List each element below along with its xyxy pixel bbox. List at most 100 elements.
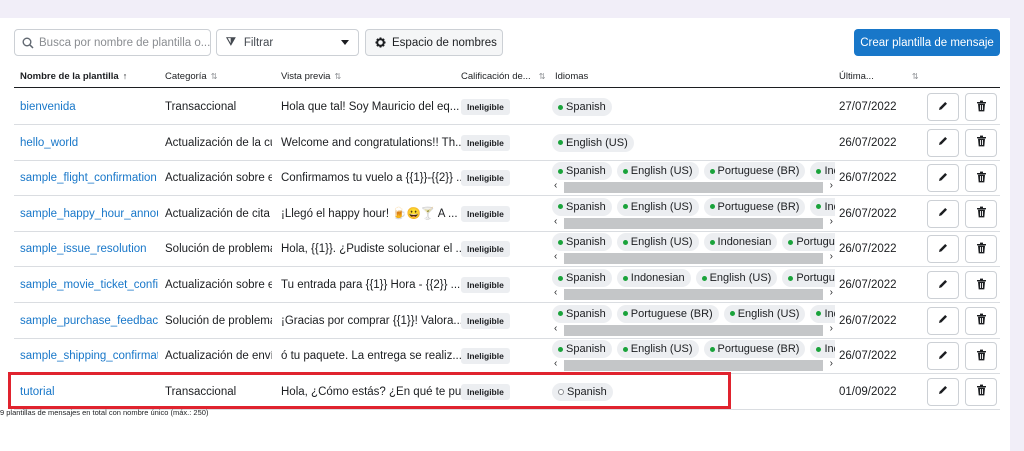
language-chip: Indonesian <box>703 233 778 252</box>
template-name-link[interactable]: sample_purchase_feedback <box>20 303 158 339</box>
column-header-name[interactable]: Nombre de la plantilla ↑ <box>20 71 127 82</box>
scroll-left-icon[interactable]: ‹ <box>554 287 557 299</box>
horizontal-scrollbar[interactable]: ‹ › <box>552 287 835 300</box>
language-chip: Portuguese (BR) <box>703 197 806 216</box>
language-chip: Spanish <box>552 233 612 252</box>
pencil-icon <box>937 100 949 115</box>
gear-icon <box>375 37 386 48</box>
template-name-link[interactable]: sample_flight_confirmation <box>20 160 158 196</box>
edit-button[interactable] <box>927 93 959 121</box>
search-input[interactable]: Busca por nombre de plantilla o... <box>14 29 211 56</box>
scroll-left-icon[interactable]: ‹ <box>554 358 557 370</box>
status-dot-icon <box>558 275 563 281</box>
edit-button[interactable] <box>927 235 959 264</box>
language-chip: Indonesian <box>810 162 835 181</box>
edit-button[interactable] <box>927 164 959 193</box>
edit-button[interactable] <box>927 128 959 157</box>
column-header-last-updated[interactable]: Última... ⇅ <box>839 71 919 82</box>
create-template-button[interactable]: Crear plantilla de mensaje <box>854 29 1000 56</box>
column-header-quality[interactable]: Calificación de... ⇅ <box>461 71 545 82</box>
table-row: sample_movie_ticket_confirm Actualizació… <box>14 267 1000 303</box>
pencil-icon <box>937 278 949 293</box>
languages-scroll-area[interactable]: SpanishPortuguese (BR)English (US)Indone… <box>552 304 835 338</box>
languages-scroll-area[interactable]: SpanishEnglish (US)Portuguese (BR)Indone… <box>552 197 835 231</box>
last-updated-date: 26/07/2022 <box>839 350 897 363</box>
sort-icon: ⇅ <box>538 72 546 81</box>
scroll-right-icon[interactable]: › <box>830 180 833 192</box>
quality-cell: Ineligible <box>461 338 549 374</box>
delete-button[interactable] <box>965 306 997 335</box>
scrollbar-track[interactable] <box>564 253 823 265</box>
template-name-link[interactable]: sample_movie_ticket_confirm <box>20 267 158 303</box>
quality-cell: Ineligible <box>461 303 549 339</box>
edit-button[interactable] <box>927 342 959 371</box>
row-actions <box>927 342 997 371</box>
template-preview: Hola, {{1}}. ¿Pudiste solucionar el ... <box>281 243 461 256</box>
delete-button[interactable] <box>965 377 997 406</box>
scroll-left-icon[interactable]: ‹ <box>554 216 557 228</box>
delete-button[interactable] <box>965 93 997 121</box>
languages-scroll-area[interactable]: SpanishIndonesianEnglish (US)Portuguese … <box>552 268 835 302</box>
scrollbar-track[interactable] <box>564 360 823 372</box>
delete-button[interactable] <box>965 199 997 228</box>
languages-scroll-area[interactable]: SpanishEnglish (US)Portuguese (BR)Indone… <box>552 161 835 195</box>
template-name-link[interactable]: hello_world <box>20 125 158 161</box>
scroll-left-icon[interactable]: ‹ <box>554 251 557 263</box>
template-name-link[interactable]: sample_happy_hour_announc <box>20 196 158 232</box>
edit-button[interactable] <box>927 377 959 406</box>
template-preview: Confirmamos tu vuelo a {{1}}-{{2}} ... <box>281 172 461 185</box>
scroll-right-icon[interactable]: › <box>830 216 833 228</box>
scroll-right-icon[interactable]: › <box>830 358 833 370</box>
languages-cell: SpanishEnglish (US)Portuguese (BR)Indone… <box>552 338 835 374</box>
last-updated-date: 26/07/2022 <box>839 279 897 291</box>
pencil-icon <box>937 384 949 399</box>
languages-scroll-area[interactable]: SpanishEnglish (US)IndonesianPortuguese … <box>552 232 835 266</box>
table-row: bienvenida Transaccional Hola que tal! S… <box>14 89 1000 125</box>
pencil-icon <box>937 242 949 257</box>
column-header-preview[interactable]: Vista previa ⇅ <box>281 71 341 82</box>
delete-button[interactable] <box>965 271 997 299</box>
delete-button[interactable] <box>965 128 997 157</box>
quality-cell: Ineligible <box>461 160 549 196</box>
template-category: Transaccional <box>165 101 237 113</box>
scroll-right-icon[interactable]: › <box>830 287 833 299</box>
status-dot-icon <box>816 346 822 352</box>
languages-scroll-area[interactable]: SpanishEnglish (US)Portuguese (BR)Indone… <box>552 339 835 373</box>
edit-button[interactable] <box>927 199 959 228</box>
language-chip: Portuguese (BR) <box>703 340 806 359</box>
column-header-category[interactable]: Categoría ⇅ <box>165 71 217 82</box>
horizontal-scrollbar[interactable]: ‹ › <box>552 323 835 336</box>
filter-dropdown[interactable]: ⧩ Filtrar <box>216 29 359 56</box>
scrollbar-track[interactable] <box>564 289 823 300</box>
status-dot-icon <box>558 311 563 317</box>
scrollbar-track[interactable] <box>564 217 823 229</box>
scroll-left-icon[interactable]: ‹ <box>554 180 557 192</box>
template-name-link[interactable]: sample_issue_resolution <box>20 231 158 267</box>
edit-button[interactable] <box>927 306 959 335</box>
horizontal-scrollbar[interactable]: ‹ › <box>552 180 835 194</box>
delete-button[interactable] <box>965 164 997 193</box>
last-updated-date: 26/07/2022 <box>839 172 897 185</box>
template-category: Actualización de la cue <box>165 136 272 149</box>
scroll-left-icon[interactable]: ‹ <box>554 323 557 335</box>
scrollbar-track[interactable] <box>564 182 823 194</box>
template-name-link[interactable]: sample_shipping_confirmatic <box>20 338 158 374</box>
horizontal-scrollbar[interactable]: ‹ › <box>552 216 835 229</box>
template-count: 9 plantillas de mensajes en total con no… <box>0 408 209 417</box>
scrollbar-track[interactable] <box>564 324 823 336</box>
template-category: Actualización de cita <box>165 207 270 220</box>
scroll-right-icon[interactable]: › <box>830 323 833 335</box>
quality-cell: Ineligible <box>461 196 549 232</box>
template-category: Actualización sobre er <box>165 172 272 185</box>
status-dot-icon <box>816 168 822 174</box>
languages-cell: SpanishPortuguese (BR)English (US)Indone… <box>552 303 835 339</box>
horizontal-scrollbar[interactable]: ‹ › <box>552 251 835 265</box>
template-name-link[interactable]: bienvenida <box>20 89 158 125</box>
delete-button[interactable] <box>965 342 997 371</box>
delete-button[interactable] <box>965 235 997 264</box>
last-updated-date: 27/07/2022 <box>839 101 897 113</box>
scroll-right-icon[interactable]: › <box>830 251 833 263</box>
namespace-button[interactable]: Espacio de nombres <box>365 29 503 56</box>
edit-button[interactable] <box>927 271 959 299</box>
horizontal-scrollbar[interactable]: ‹ › <box>552 358 835 372</box>
